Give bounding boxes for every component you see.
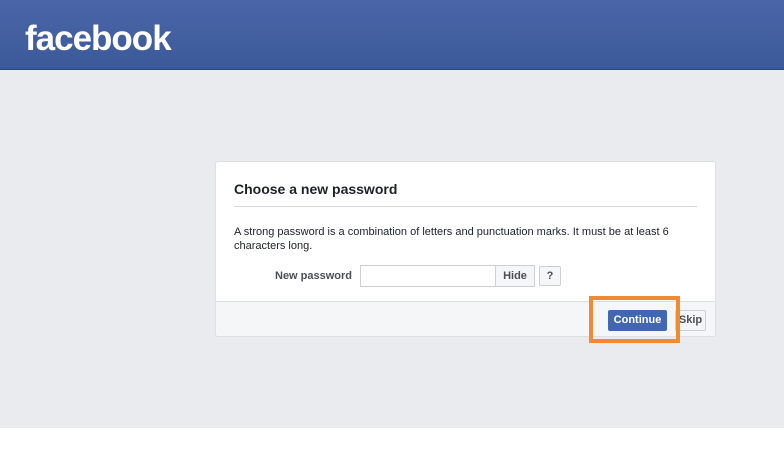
choose-password-card: Choose a new password A strong password …	[215, 161, 716, 337]
password-instructions: A strong password is a combination of le…	[234, 226, 669, 252]
card-title: Choose a new password	[234, 181, 398, 197]
title-divider	[234, 206, 697, 207]
card-footer: Continue Skip	[216, 301, 715, 336]
password-help-button[interactable]: ?	[539, 266, 561, 286]
skip-button[interactable]: Skip	[675, 310, 706, 331]
hide-password-button[interactable]: Hide	[495, 265, 535, 287]
facebook-logo[interactable]: facebook	[25, 16, 172, 62]
new-password-label: New password	[275, 270, 353, 282]
continue-button[interactable]: Continue	[608, 310, 667, 331]
top-bar: facebook	[0, 0, 784, 70]
new-password-input[interactable]	[360, 265, 496, 287]
